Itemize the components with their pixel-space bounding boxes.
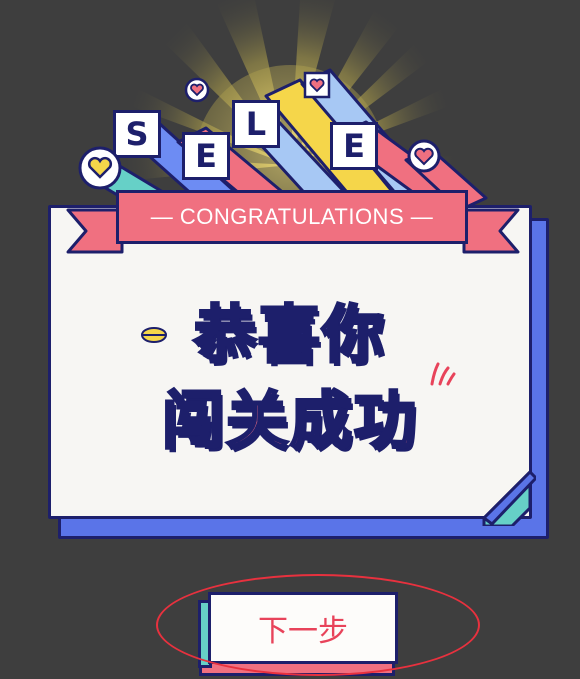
letter-tile-e-2: E: [330, 122, 378, 170]
ribbon-text: — CONGRATULATIONS —: [150, 204, 434, 229]
heart-bubble-icon: [303, 71, 331, 99]
next-step-label: 下一步: [258, 614, 348, 649]
congratulations-ribbon: — CONGRATULATIONS —: [66, 190, 520, 256]
letter-tile-e-1: E: [182, 132, 230, 180]
letter-tile-l: L: [232, 100, 280, 148]
ribbon-tail-right: [462, 208, 520, 254]
heart-bubble-icon: [78, 146, 122, 190]
level-cleared-heading: 闯关成功: [160, 383, 418, 459]
next-step-button[interactable]: 下一步: [208, 592, 398, 664]
heart-bubble-icon: [184, 77, 210, 103]
card-corner-fold: [481, 468, 536, 526]
congratulations-screen: S E L E — CONGRATULATIONS — 恭喜你 闯关成功 下一步: [0, 0, 580, 679]
heart-bubble-icon: [407, 139, 441, 173]
congrats-heading: 恭喜你: [192, 297, 386, 373]
ribbon-band: — CONGRATULATIONS —: [116, 190, 468, 244]
